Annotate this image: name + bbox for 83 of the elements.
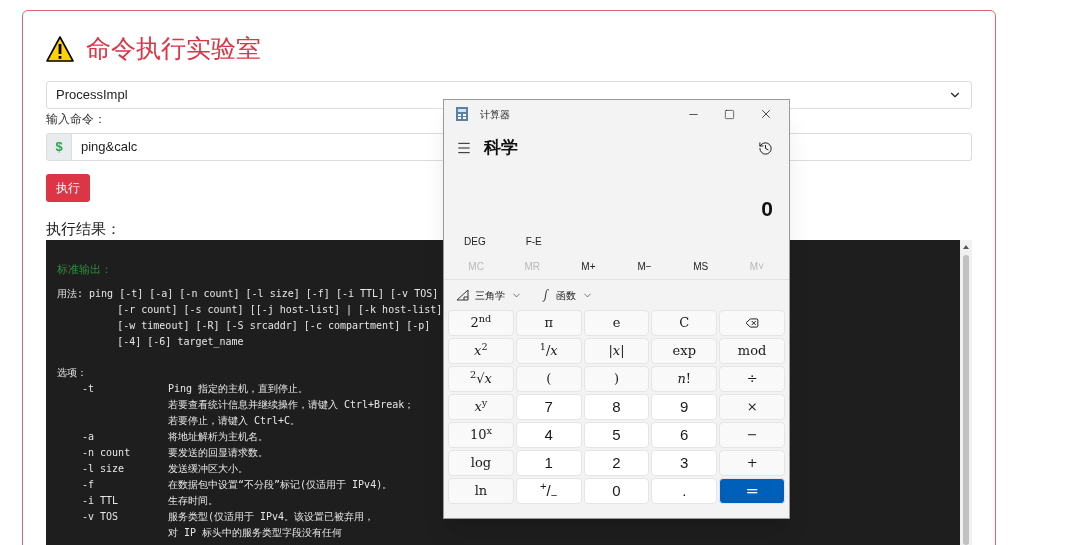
calculator-key[interactable]: ln	[448, 478, 514, 504]
calculator-icon	[456, 107, 468, 121]
history-icon[interactable]	[758, 140, 773, 156]
calculator-key[interactable]: 4	[515, 422, 582, 448]
memory-button[interactable]: MS	[672, 259, 729, 274]
calculator-key[interactable]: 6	[651, 422, 718, 448]
calculator-key[interactable]: −	[719, 422, 785, 448]
option-description: 服务类型(仅适用于 IPv4。该设置已被弃用，	[168, 510, 375, 524]
scrollbar[interactable]	[960, 240, 972, 545]
calculator-key[interactable]: 7	[515, 394, 582, 420]
backspace-icon	[745, 316, 760, 330]
option-name: -l size	[82, 463, 125, 474]
calculator-key[interactable]: 2	[583, 450, 650, 476]
calculator-key[interactable]: 2$^{nd}$	[448, 310, 514, 336]
page-title: 命令执行实验室	[86, 33, 261, 65]
calculator-key[interactable]: .	[651, 478, 718, 504]
warning-icon	[46, 36, 74, 62]
calculator-key[interactable]: |x|	[583, 338, 650, 364]
output-heading: 标准输出：	[57, 262, 112, 278]
calculator-key[interactable]: mod	[719, 338, 785, 364]
usage-line: [-r count] [-s count] [[-j host-list] | [-k host-list]	[116, 303, 443, 318]
calculator-key[interactable]: ÷	[719, 366, 785, 392]
calculator-key[interactable]: 9	[651, 394, 718, 420]
option-description: 将地址解析为主机名。	[168, 430, 268, 444]
function-menu[interactable]: 函数	[542, 287, 593, 303]
calculator-key[interactable]: $^{+}$/$_{−}$	[515, 478, 582, 504]
option-name: -n count	[82, 447, 131, 458]
calculator-key[interactable]: $^{1}$/x	[515, 338, 582, 364]
option-description: 发送缓冲区大小。	[168, 462, 248, 476]
option-description: Ping 指定的主机，直到停止。	[168, 382, 309, 396]
option-description: 对 IP 标头中的服务类型字段没有任何	[168, 526, 343, 540]
option-description: 要发送的回显请求数。	[168, 446, 268, 460]
memory-button[interactable]: M+	[560, 259, 617, 274]
calculator-key[interactable]: exp	[651, 338, 718, 364]
mode-toggle[interactable]: F-E	[525, 233, 542, 249]
calculator-key[interactable]: =	[719, 478, 785, 504]
option-name: -i TTL	[82, 495, 119, 506]
calculator-key[interactable]: (	[515, 366, 582, 392]
result-label: 执行结果：	[46, 219, 122, 239]
option-description: 在数据包中设置“不分段”标记(仅适用于 IPv4)。	[168, 478, 393, 492]
close-icon[interactable]	[759, 107, 773, 121]
options-label: 选项：	[57, 366, 87, 380]
calculator-key[interactable]: C	[651, 310, 718, 336]
option-description: 生存时间。	[168, 494, 218, 508]
calculator-key[interactable]: 1	[515, 450, 582, 476]
usage-line: 用法: ping [-t] [-a] [-n count] [-l size] [-f] [-i TTL] [-v TOS]	[57, 287, 439, 301]
maximize-icon[interactable]	[724, 108, 735, 120]
calculator-key[interactable]: x$^{y}$	[448, 394, 514, 420]
option-name: -v TOS	[82, 511, 119, 522]
calculator-key[interactable]: )	[583, 366, 650, 392]
run-button[interactable]: 执行	[46, 174, 90, 202]
option-name: -a	[82, 431, 95, 442]
calculator-key[interactable]: π	[515, 310, 582, 336]
command-label: 输入命令：	[46, 111, 106, 128]
memory-button[interactable]: M−	[616, 259, 673, 274]
option-name: -t	[82, 383, 95, 394]
calculator-key[interactable]: n!	[651, 366, 718, 392]
function-icon	[542, 288, 550, 302]
option-name: -f	[82, 479, 95, 490]
usage-line: [-w timeout] [-R] [-S srcaddr] [-c compartment] [-p]	[116, 319, 431, 333]
calculator-key[interactable]: x$^{2}$	[448, 338, 514, 364]
dollar-prefix: $	[46, 133, 72, 161]
calculator-key[interactable]: 8	[583, 394, 650, 420]
mode-toggle[interactable]: DEG	[464, 233, 486, 249]
triangle-ruler-icon	[456, 289, 469, 301]
menu-icon[interactable]	[456, 140, 472, 156]
calculator-key[interactable]: log	[448, 450, 514, 476]
mode-title: 科学	[484, 137, 518, 160]
calculator-key[interactable]: ×	[719, 394, 785, 420]
calculator-key[interactable]: e	[583, 310, 650, 336]
calculator-key[interactable]: $^{2}$√x	[448, 366, 514, 392]
calculator-key[interactable]: 5	[583, 422, 650, 448]
usage-line: [-4] [-6] target_name	[116, 335, 244, 350]
window-title: 计算器	[480, 107, 510, 122]
backspace-key[interactable]	[719, 310, 785, 336]
option-description: 若要查看统计信息并继续操作，请键入 Ctrl+Break；	[168, 398, 415, 412]
calculator-key[interactable]: 3	[651, 450, 718, 476]
option-description: 若要停止，请键入 Ctrl+C。	[168, 414, 301, 428]
calculator-key[interactable]: 0	[583, 478, 650, 504]
function-menu[interactable]: 三角学	[456, 287, 522, 303]
calculator-key[interactable]: +	[719, 450, 785, 476]
calculator-key[interactable]: 10$^{x}$	[448, 422, 514, 448]
calculator-display: 0	[761, 195, 773, 222]
